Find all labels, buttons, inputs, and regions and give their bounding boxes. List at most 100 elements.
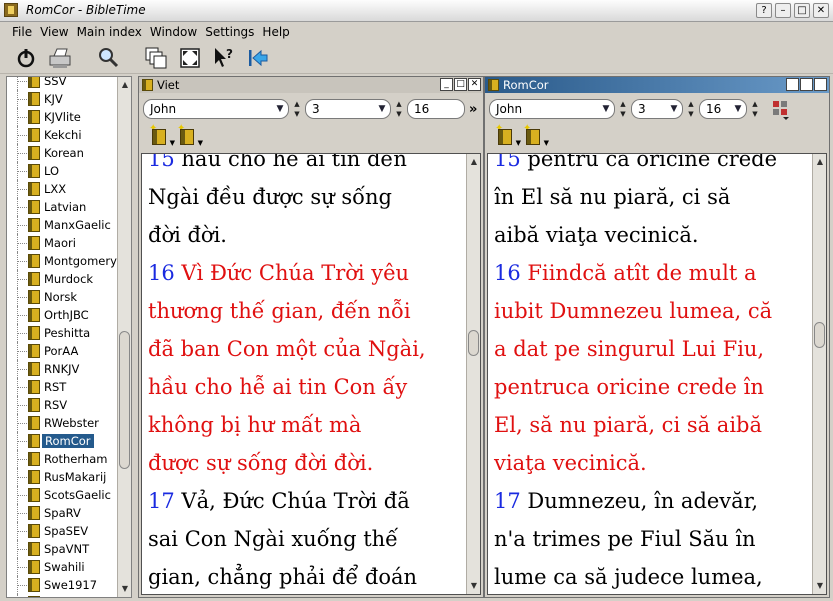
close-button[interactable]: ✕ (814, 78, 827, 91)
module-item-maori[interactable]: Maori (7, 234, 119, 252)
module-label: Murdock (44, 272, 94, 286)
verse-number: 15 (148, 153, 182, 171)
viet-text-scrollbar[interactable]: ▲ ▼ (466, 154, 480, 594)
menu-help[interactable]: Help (258, 22, 293, 42)
maximize-button[interactable]: □ (454, 78, 467, 91)
module-item-scotsgaelic[interactable]: ScotsGaelic (7, 486, 119, 504)
romcor-text-scrollbar[interactable]: ▲ ▼ (812, 154, 826, 594)
module-label: RST (44, 380, 67, 394)
scroll-thumb[interactable] (814, 322, 825, 348)
module-item-kjvlite[interactable]: KJVlite (7, 108, 119, 126)
module-item-manxgaelic[interactable]: ManxGaelic (7, 216, 119, 234)
text-line: không bị hư mất mà (148, 406, 462, 444)
fullscreen-icon[interactable] (176, 44, 204, 72)
verse-spin[interactable]: ▲ ▼ (749, 99, 761, 119)
menu-settings[interactable]: Settings (201, 22, 258, 42)
add-module-book-icon[interactable]: ✦▼ (149, 123, 175, 147)
module-item-sparv[interactable]: SpaRV (7, 504, 119, 522)
module-list-scrollbar[interactable]: ▲ ▼ (117, 77, 131, 597)
module-item-orthjbc[interactable]: OrthJBC (7, 306, 119, 324)
whats-this-icon[interactable]: ? (210, 44, 238, 72)
module-settings-book-icon[interactable]: ✦▼ (177, 123, 203, 147)
module-item-peshitta[interactable]: Peshitta (7, 324, 119, 342)
minimize-button[interactable]: _ (786, 78, 799, 91)
verse-select[interactable]: 16 (407, 99, 465, 119)
module-label: SSV (44, 76, 67, 88)
module-item-rusmakarij[interactable]: RusMakarij (7, 468, 119, 486)
tree-line (17, 594, 18, 597)
scroll-down-arrow-icon[interactable]: ▼ (814, 580, 826, 592)
module-item-lo[interactable]: LO (7, 162, 119, 180)
module-item-swe1917[interactable]: Swe1917 (7, 576, 119, 594)
verse-text-segment: a dat pe singurul Lui Fiu, (494, 337, 765, 361)
more-chevron-icon[interactable]: » (469, 102, 477, 117)
scroll-up-arrow-icon[interactable]: ▲ (119, 79, 131, 91)
printer-icon[interactable] (46, 44, 74, 72)
menu-window[interactable]: Window (146, 22, 201, 42)
book-icon (28, 200, 40, 214)
chapter-spin[interactable]: ▲ ▼ (393, 99, 405, 119)
book-spin[interactable]: ▲ ▼ (617, 99, 629, 119)
romcor-window-titlebar[interactable]: RomCor _ □ ✕ (485, 77, 829, 93)
module-item-rnkjv[interactable]: RNKJV (7, 360, 119, 378)
module-item-tr[interactable]: TR (7, 594, 119, 597)
display-options-icon[interactable] (771, 99, 791, 120)
module-item-rsv[interactable]: RSV (7, 396, 119, 414)
add-module-book-icon[interactable]: ✦▼ (495, 123, 521, 147)
chapter-spin[interactable]: ▲ ▼ (685, 99, 697, 119)
verse-select[interactable]: 16 ▼ (699, 99, 747, 119)
back-arrow-icon[interactable] (244, 44, 272, 72)
module-item-korean[interactable]: Korean (7, 144, 119, 162)
module-item-romcor[interactable]: RomCor (7, 432, 119, 450)
minimize-button[interactable]: _ (440, 78, 453, 91)
module-label: RusMakarij (44, 470, 107, 484)
module-item-spasev[interactable]: SpaSEV (7, 522, 119, 540)
bibletime-app-icon[interactable] (4, 3, 18, 17)
scroll-thumb[interactable] (119, 331, 130, 469)
menu-file[interactable]: File (8, 22, 36, 42)
verse-text-segment: Ngài đều được sự sống (148, 185, 392, 209)
module-item-spavnt[interactable]: SpaVNT (7, 540, 119, 558)
scroll-down-arrow-icon[interactable]: ▼ (119, 583, 131, 595)
book-select-value: John (150, 102, 177, 116)
module-item-rwebster[interactable]: RWebster (7, 414, 119, 432)
module-item-rotherham[interactable]: Rotherham (7, 450, 119, 468)
maximize-button[interactable]: □ (800, 78, 813, 91)
menu-main-index[interactable]: Main index (73, 22, 146, 42)
help-button[interactable]: ? (756, 3, 772, 18)
quit-icon[interactable] (12, 44, 40, 72)
module-settings-book-icon[interactable]: ✦▼ (523, 123, 549, 147)
module-item-ssv[interactable]: SSV (7, 76, 119, 90)
module-item-norsk[interactable]: Norsk (7, 288, 119, 306)
text-line: đã ban Con một của Ngài, (148, 330, 462, 368)
module-item-poraa[interactable]: PorAA (7, 342, 119, 360)
book-select[interactable]: John ▼ (143, 99, 289, 119)
maximize-button[interactable]: □ (794, 3, 810, 18)
close-button[interactable]: ✕ (468, 78, 481, 91)
module-item-murdock[interactable]: Murdock (7, 270, 119, 288)
book-spin[interactable]: ▲ ▼ (291, 99, 303, 119)
book-select[interactable]: John ▼ (489, 99, 615, 119)
cascade-windows-icon[interactable] (142, 44, 170, 72)
scroll-up-arrow-icon[interactable]: ▲ (468, 156, 480, 168)
module-item-kjv[interactable]: KJV (7, 90, 119, 108)
scroll-up-arrow-icon[interactable]: ▲ (814, 156, 826, 168)
romcor-text-view[interactable]: 15 pentru ca oricine crede în El să nu pi… (487, 153, 827, 595)
text-line: đời đời. (148, 216, 462, 254)
module-item-latvian[interactable]: Latvian (7, 198, 119, 216)
module-item-kekchi[interactable]: Kekchi (7, 126, 119, 144)
close-button[interactable]: ✕ (813, 3, 829, 18)
scroll-thumb[interactable] (468, 330, 479, 356)
minimize-button[interactable]: – (775, 3, 791, 18)
module-item-lxx[interactable]: LXX (7, 180, 119, 198)
module-item-montgomery[interactable]: Montgomery (7, 252, 119, 270)
chapter-select[interactable]: 3 ▼ (305, 99, 391, 119)
search-icon[interactable] (94, 44, 122, 72)
viet-window-titlebar[interactable]: Viet _ □ ✕ (139, 77, 483, 93)
scroll-down-arrow-icon[interactable]: ▼ (468, 580, 480, 592)
module-item-rst[interactable]: RST (7, 378, 119, 396)
menu-view[interactable]: View (36, 22, 72, 42)
viet-text-view[interactable]: 15 hầu cho hễ ai tin đến Ngài đều được sự… (141, 153, 481, 595)
chapter-select[interactable]: 3 ▼ (631, 99, 683, 119)
module-item-swahili[interactable]: Swahili (7, 558, 119, 576)
